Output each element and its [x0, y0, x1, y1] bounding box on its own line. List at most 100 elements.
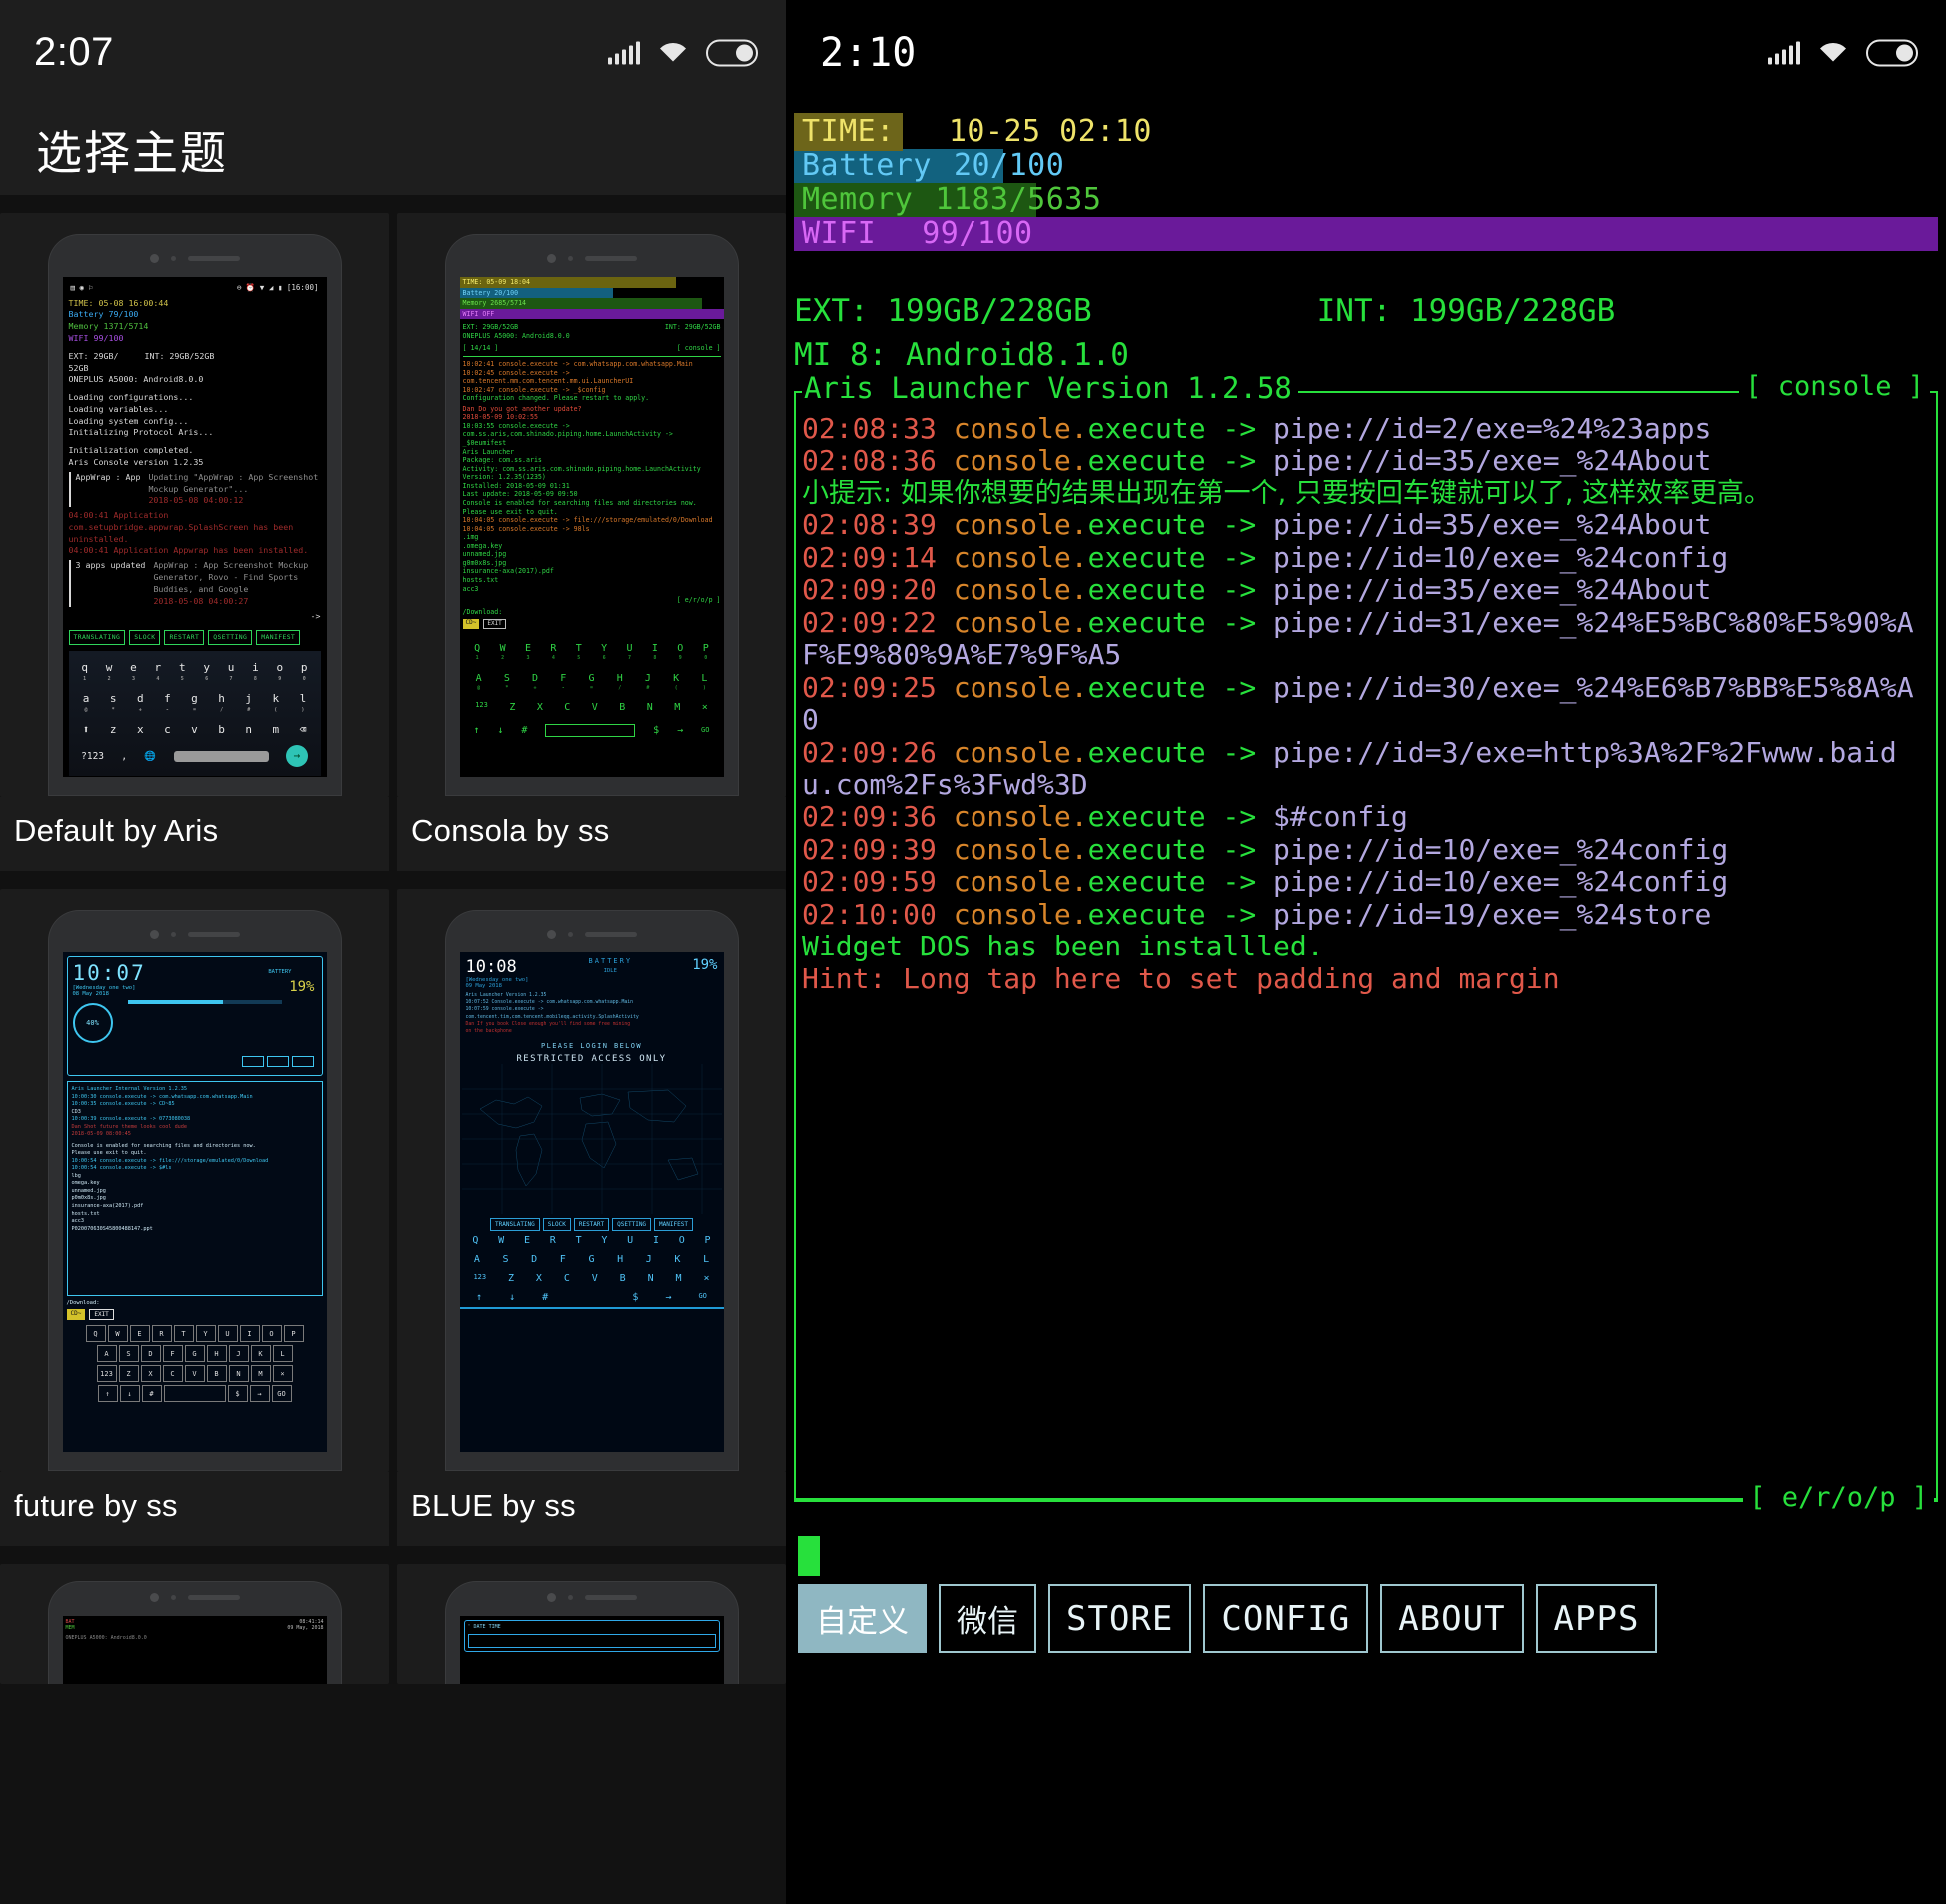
- key-G[interactable]: G: [184, 1345, 205, 1362]
- key-G[interactable]: G =: [588, 672, 594, 692]
- key-hash[interactable]: #: [141, 1385, 162, 1402]
- preview-keyboard[interactable]: Q1 W2 E3 R4 T5 Y6 U7 I8 O9 P0 A @ S * D …: [460, 633, 724, 746]
- preview-keyboard[interactable]: q1 w2 e3 r4 t5 y6 u7 i8 o9 p0 a @ s * d …: [68, 651, 321, 777]
- key-C[interactable]: C: [564, 701, 570, 714]
- keyboard-row-1[interactable]: QW ER TY UI OP: [460, 1231, 724, 1250]
- btn-cd[interactable]: CD~: [66, 1309, 86, 1320]
- key-B[interactable]: B: [206, 1365, 227, 1382]
- key-C[interactable]: C: [564, 1273, 570, 1284]
- key-g[interactable]: g =: [191, 691, 198, 714]
- dock-button-about[interactable]: ABOUT: [1380, 1584, 1524, 1653]
- key-M[interactable]: M: [676, 1273, 682, 1284]
- key-D[interactable]: D: [531, 1254, 537, 1265]
- key-j[interactable]: j #: [245, 691, 252, 714]
- key-N[interactable]: N: [647, 701, 653, 714]
- key-N[interactable]: N: [648, 1273, 654, 1284]
- key-K[interactable]: K(: [673, 672, 679, 692]
- storage-row[interactable]: EXT: 199GB/228GB INT: 199GB/228GB: [786, 251, 1946, 329]
- arrow-up-icon[interactable]: ↑: [476, 1292, 482, 1303]
- key-V[interactable]: V: [592, 1273, 598, 1284]
- key-q[interactable]: q1: [81, 660, 88, 683]
- console-line[interactable]: 02:09:20 console.execute -> pipe://id=35…: [802, 573, 1930, 606]
- key-symbols[interactable]: ?123: [81, 750, 104, 763]
- key-hash[interactable]: #: [542, 1292, 548, 1303]
- key-X[interactable]: X: [537, 701, 543, 714]
- key-Z[interactable]: Z: [509, 701, 515, 714]
- arrow-up-icon[interactable]: ↑: [97, 1385, 118, 1402]
- key-t[interactable]: t5: [179, 660, 186, 683]
- key-X[interactable]: X: [536, 1273, 542, 1284]
- btn-translating[interactable]: TRANSLATING: [68, 630, 126, 646]
- dock-button-wechat[interactable]: 微信: [939, 1584, 1036, 1653]
- key-L[interactable]: L: [703, 1254, 709, 1265]
- key-k[interactable]: k(: [273, 691, 280, 714]
- close-icon[interactable]: ×: [272, 1365, 293, 1382]
- arrow-right-icon[interactable]: →: [677, 724, 683, 737]
- key-O[interactable]: O: [679, 1235, 685, 1246]
- key-E[interactable]: E3: [525, 642, 531, 662]
- future-buttons[interactable]: CD~ EXIT: [66, 1309, 323, 1320]
- key-T[interactable]: T: [173, 1325, 194, 1342]
- globe-icon[interactable]: 🌐: [144, 750, 156, 763]
- key-S[interactable]: S: [118, 1345, 139, 1362]
- console-log-list[interactable]: 02:08:33 console.execute -> pipe://id=2/…: [796, 391, 1936, 995]
- console-line[interactable]: 02:08:33 console.execute -> pipe://id=2/…: [802, 412, 1930, 445]
- key-m[interactable]: m: [273, 722, 280, 738]
- console-line[interactable]: 02:09:25 console.execute -> pipe://id=30…: [802, 671, 1930, 737]
- key-H[interactable]: H: [617, 1254, 623, 1265]
- keyboard-row-2[interactable]: AS DF GH JK L: [67, 1345, 323, 1362]
- dock-bar[interactable]: 自定义 微信 STORE CONFIG ABOUT APPS: [786, 1584, 1946, 1653]
- key-go[interactable]: GO: [698, 1292, 706, 1303]
- key-T[interactable]: T5: [576, 642, 582, 662]
- key-a[interactable]: a @: [83, 691, 90, 714]
- keyboard-row-3[interactable]: 123 Z X C V B N M ×: [463, 696, 721, 719]
- key-G[interactable]: G: [588, 1254, 594, 1265]
- keyboard-row-3[interactable]: ⬆ z x c v b n m ⌫: [72, 718, 318, 742]
- keyboard-row-3[interactable]: 123 Z X C V B N M ×: [460, 1269, 724, 1288]
- key-J[interactable]: J #: [645, 672, 651, 692]
- key-V[interactable]: V: [592, 701, 598, 714]
- key-W[interactable]: W: [498, 1235, 504, 1246]
- key-U[interactable]: U: [217, 1325, 238, 1342]
- key-p[interactable]: p0: [301, 660, 308, 683]
- theme-card-blue[interactable]: 10:08 [Wednesday one two] 09 May 2018 BA…: [397, 889, 786, 1546]
- key-Y[interactable]: Y: [601, 1235, 607, 1246]
- key-H[interactable]: H /: [617, 672, 623, 692]
- btn-manifest[interactable]: MANIFEST: [654, 1218, 693, 1232]
- keyboard-row-2[interactable]: a @ s * d + f- g = h / j # k( l): [72, 687, 318, 718]
- blue-keyboard[interactable]: QW ER TY UI OP AS DF G H J K L 123 Z X C…: [459, 1231, 724, 1310]
- key-A[interactable]: A @: [476, 672, 482, 692]
- key-D[interactable]: D +: [532, 672, 538, 692]
- backspace-icon[interactable]: ⌫: [300, 722, 307, 738]
- console-line[interactable]: 02:09:22 console.execute -> pipe://id=31…: [802, 606, 1930, 672]
- keyboard-row-4[interactable]: ↑ ↓ # $ → GO: [459, 1288, 724, 1310]
- key-P[interactable]: P0: [703, 642, 709, 662]
- key-dollar[interactable]: $: [653, 724, 659, 737]
- key-l[interactable]: l): [300, 691, 307, 714]
- blue-button-row[interactable]: TRANSLATING SLOCK RESTART QSETTING MANIF…: [460, 1218, 724, 1232]
- dock-button-apps[interactable]: APPS: [1535, 1584, 1658, 1653]
- btn-qsetting[interactable]: QSETTING: [612, 1218, 652, 1232]
- theme-card-future[interactable]: 10:07 [Wednesday one two] 08 May 2018 19…: [0, 889, 389, 1546]
- console-line[interactable]: 02:09:36 console.execute -> $#config: [802, 801, 1930, 833]
- key-F[interactable]: F: [560, 1254, 566, 1265]
- future-keyboard[interactable]: QW ER TY UI OP AS DF G H J K L 123 Z X C…: [67, 1325, 323, 1402]
- keyboard-row-4[interactable]: ↑ ↓ # $ → GO: [463, 719, 721, 742]
- key-E[interactable]: E: [129, 1325, 150, 1342]
- key-Q[interactable]: Q: [85, 1325, 106, 1342]
- key-K[interactable]: K: [674, 1254, 680, 1265]
- key-S[interactable]: S *: [504, 672, 510, 692]
- key-P[interactable]: P: [283, 1325, 304, 1342]
- key-n[interactable]: n: [245, 722, 252, 738]
- key-123[interactable]: 123: [473, 1273, 486, 1284]
- keyboard-row-2[interactable]: AS DF GH JK L: [460, 1250, 724, 1269]
- console-line[interactable]: 02:09:39 console.execute -> pipe://id=10…: [802, 833, 1930, 866]
- console-line[interactable]: 02:09:26 console.execute -> pipe://id=3/…: [802, 736, 1930, 802]
- btn-restart[interactable]: RESTART: [573, 1218, 610, 1232]
- preview-button-row[interactable]: TRANSLATING SLOCK RESTART QSETTING MANIF…: [68, 630, 321, 646]
- key-v[interactable]: v: [191, 722, 198, 738]
- btn-manifest[interactable]: MANIFEST: [256, 630, 301, 646]
- theme-card-default[interactable]: ▤ ◉ ⚐ ⊖ ⏰ ▼ ◢ ▮ [16:00] TIME: 05-08 16:0…: [0, 213, 389, 871]
- key-N[interactable]: N: [228, 1365, 249, 1382]
- key-o[interactable]: o9: [277, 660, 284, 683]
